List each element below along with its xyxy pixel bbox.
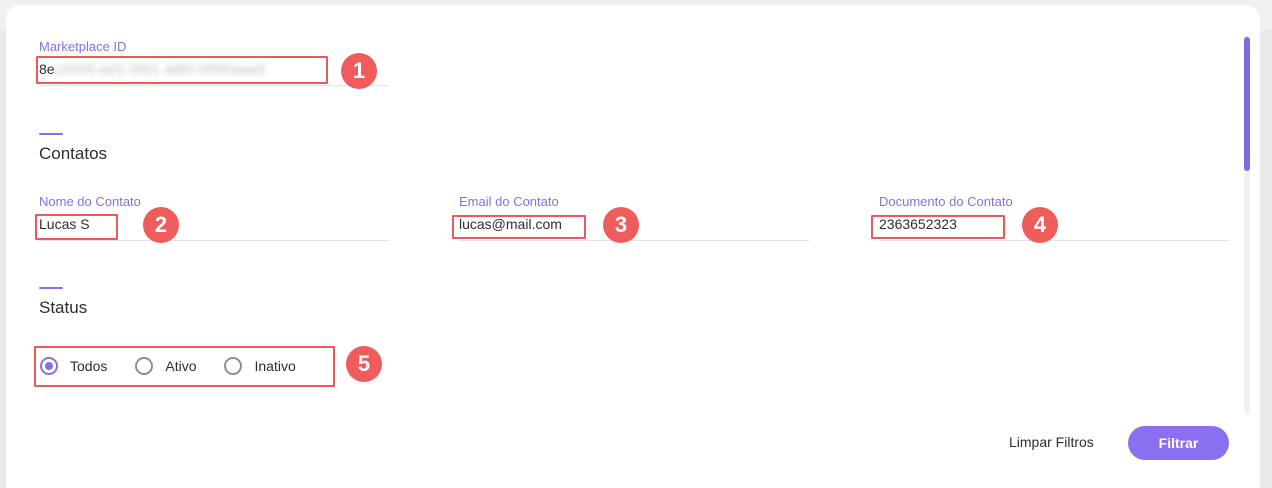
documento-contato-label: Documento do Contato bbox=[879, 194, 1013, 209]
nome-contato-underline bbox=[39, 240, 389, 241]
status-section-title: Status bbox=[39, 298, 88, 317]
clear-filters-button[interactable]: Limpar Filtros bbox=[1009, 434, 1094, 450]
filter-modal: Marketplace ID 8ec0000-a01-0f01-a8f0-0f0… bbox=[6, 5, 1260, 488]
annotation-box-2 bbox=[35, 214, 118, 240]
annotation-badge-2: 2 bbox=[143, 207, 179, 243]
documento-contato-underline bbox=[879, 240, 1229, 241]
status-section-accent bbox=[39, 287, 63, 289]
annotation-box-1 bbox=[36, 56, 328, 84]
contatos-section-accent bbox=[39, 133, 63, 135]
annotation-badge-1: 1 bbox=[341, 53, 377, 89]
annotation-badge-4: 4 bbox=[1022, 207, 1058, 243]
contatos-section-title: Contatos bbox=[39, 144, 108, 163]
annotation-badge-3: 3 bbox=[603, 207, 639, 243]
annotation-badge-5: 5 bbox=[346, 346, 382, 382]
scrollbar-track[interactable] bbox=[1244, 35, 1250, 415]
annotation-box-5 bbox=[34, 346, 335, 387]
marketplace-id-label: Marketplace ID bbox=[39, 39, 127, 54]
scrollbar-thumb[interactable] bbox=[1244, 37, 1250, 171]
annotation-box-3 bbox=[452, 215, 586, 239]
nome-contato-label: Nome do Contato bbox=[39, 194, 141, 209]
email-contato-label: Email do Contato bbox=[459, 194, 559, 209]
email-contato-underline bbox=[459, 240, 809, 241]
annotation-box-4 bbox=[871, 215, 1005, 239]
marketplace-id-underline bbox=[39, 85, 389, 86]
filter-button[interactable]: Filtrar bbox=[1128, 426, 1229, 460]
